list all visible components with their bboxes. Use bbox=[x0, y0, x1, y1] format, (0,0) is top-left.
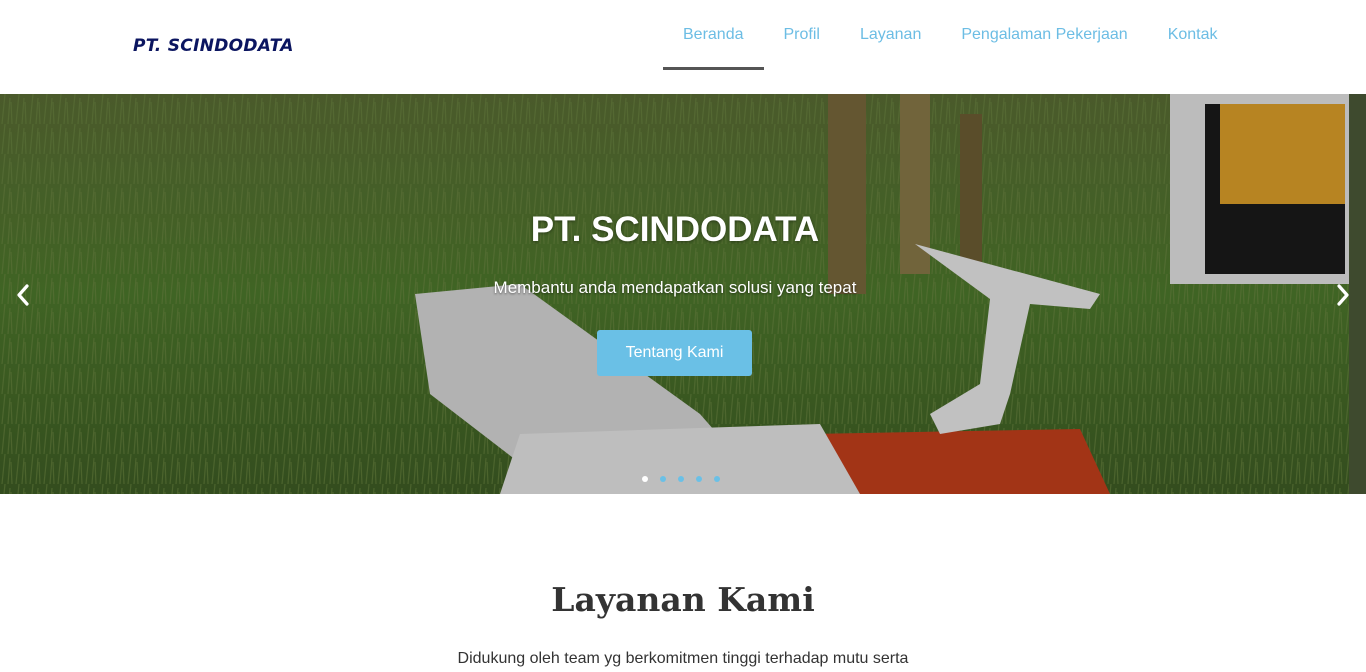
hero-title: PT. SCINDODATA bbox=[530, 210, 820, 249]
site-header: PT. SCINDODATA Beranda Profil Layanan Pe… bbox=[0, 0, 1366, 94]
section-description: Didukung oleh team yg berkomitmen tinggi… bbox=[457, 650, 909, 667]
hero-subtitle: Membantu anda mendapatkan solusi yang te… bbox=[493, 278, 857, 297]
carousel-dot[interactable] bbox=[642, 476, 648, 482]
nav-item-profil[interactable]: Profil bbox=[764, 0, 840, 70]
carousel-dot[interactable] bbox=[714, 476, 720, 482]
hero-carousel: PT. SCINDODATA Membantu anda mendapatkan… bbox=[0, 94, 1366, 494]
tentang-kami-button[interactable]: Tentang Kami bbox=[597, 330, 752, 376]
main-nav: Beranda Profil Layanan Pengalaman Pekerj… bbox=[663, 0, 1238, 94]
nav-item-layanan[interactable]: Layanan bbox=[840, 0, 941, 70]
carousel-indicators bbox=[642, 476, 720, 482]
nav-item-beranda[interactable]: Beranda bbox=[663, 0, 764, 70]
chevron-left-icon bbox=[17, 284, 29, 306]
chevron-right-icon bbox=[1337, 284, 1349, 306]
carousel-dot[interactable] bbox=[678, 476, 684, 482]
nav-item-pengalaman-pekerjaan[interactable]: Pengalaman Pekerjaan bbox=[941, 0, 1147, 70]
site-logo[interactable]: PT. SCINDODATA bbox=[133, 36, 294, 56]
carousel-next-button[interactable] bbox=[1328, 280, 1358, 310]
nav-item-kontak[interactable]: Kontak bbox=[1148, 0, 1238, 70]
section-title: Layanan Kami bbox=[551, 580, 815, 619]
carousel-dot[interactable] bbox=[696, 476, 702, 482]
carousel-dot[interactable] bbox=[660, 476, 666, 482]
carousel-prev-button[interactable] bbox=[8, 280, 38, 310]
